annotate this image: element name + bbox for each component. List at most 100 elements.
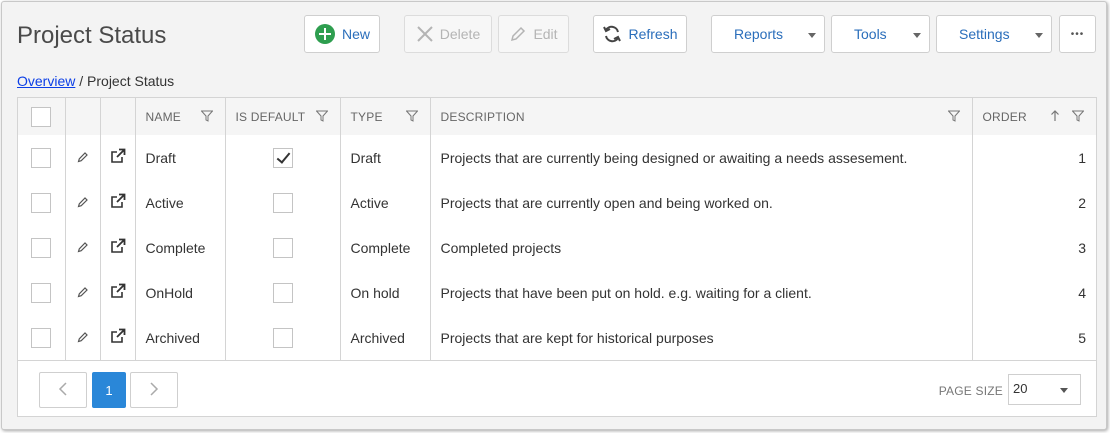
description-cell: Projects that are currently open and bei… — [430, 180, 973, 225]
caret-down-icon — [1035, 33, 1043, 38]
table-row[interactable]: Active Active Projects that are currently … — [18, 180, 1096, 225]
type-cell: Complete — [340, 225, 431, 270]
order-cell: 4 — [1078, 284, 1086, 301]
pencil-icon[interactable] — [77, 150, 89, 166]
order-cell: 3 — [1078, 239, 1086, 256]
filter-icon[interactable] — [199, 110, 214, 125]
row-edit-cell — [65, 135, 101, 180]
description-cell: Projects that have been put on hold. e.g… — [430, 270, 973, 315]
header-row: NAME IS DEFAULT TYPE DESCRIPTION ORDER — [18, 98, 1096, 135]
row-open-cell — [100, 135, 136, 180]
more-options-button[interactable]: ••• — [1059, 15, 1096, 53]
reports-dropdown[interactable]: Reports — [711, 15, 825, 53]
row-checkbox[interactable] — [31, 282, 52, 303]
order-cell: 5 — [1078, 329, 1086, 346]
tools-dropdown[interactable]: Tools — [831, 15, 930, 53]
type-cell: On hold — [340, 270, 431, 315]
reports-dropdown-label: Reports — [734, 26, 784, 42]
external-link-icon[interactable] — [110, 283, 126, 302]
filter-icon[interactable] — [404, 110, 419, 125]
edit-button-label: Edit — [533, 26, 558, 42]
page-button-current[interactable]: 1 — [92, 372, 126, 408]
table-row[interactable]: Complete Complete Completed projects 3 — [18, 225, 1096, 270]
plus-circle-icon — [314, 23, 336, 45]
row-checkbox[interactable] — [31, 147, 52, 168]
filter-icon[interactable] — [314, 110, 329, 125]
is-default-cell — [225, 225, 341, 270]
ellipsis-icon: ••• — [1070, 28, 1085, 40]
breadcrumb: Overview / Project Status — [17, 73, 174, 89]
select-all-checkbox[interactable] — [31, 106, 52, 127]
is-default-checkbox[interactable] — [272, 282, 293, 303]
external-link-icon[interactable] — [110, 328, 126, 347]
row-checkbox[interactable] — [31, 192, 52, 213]
chevron-right-icon — [149, 381, 159, 399]
page-size-value: 20 — [1013, 381, 1028, 396]
column-header-type[interactable]: TYPE — [340, 98, 431, 135]
breadcrumb-separator: / — [75, 73, 88, 89]
table-row[interactable]: Archived Archived Projects that are kept f… — [18, 315, 1096, 360]
sort-ascending-icon[interactable] — [1050, 110, 1060, 125]
breadcrumb-link-overview[interactable]: Overview — [17, 73, 75, 89]
name-cell: Active — [135, 180, 226, 225]
table-row[interactable]: Draft Draft Projects that are currently be… — [18, 135, 1096, 180]
external-link-icon[interactable] — [110, 193, 126, 212]
description-cell: Projects that are currently being design… — [430, 135, 973, 180]
new-button[interactable]: New — [304, 15, 380, 53]
is-default-checkbox[interactable] — [272, 237, 293, 258]
pencil-icon[interactable] — [77, 240, 89, 256]
is-default-cell — [225, 270, 341, 315]
row-edit-cell — [65, 225, 101, 270]
next-page-button[interactable] — [130, 372, 178, 408]
settings-dropdown-label: Settings — [959, 26, 1010, 42]
pencil-icon[interactable] — [77, 330, 89, 346]
row-checkbox[interactable] — [31, 237, 52, 258]
name-cell: OnHold — [135, 270, 226, 315]
previous-page-button[interactable] — [39, 372, 87, 408]
page-size-label: PAGE SIZE — [938, 384, 1003, 398]
row-checkbox[interactable] — [31, 327, 52, 348]
caret-down-icon — [913, 33, 921, 38]
is-default-checkbox[interactable] — [272, 192, 293, 213]
row-select-cell — [18, 225, 66, 270]
caret-down-icon — [1060, 388, 1068, 393]
column-header-name[interactable]: NAME — [135, 98, 226, 135]
external-link-icon[interactable] — [110, 238, 126, 257]
order-cell: 2 — [1078, 194, 1086, 211]
page-size-select[interactable]: 20 — [1008, 374, 1081, 405]
name-cell: Archived — [135, 315, 226, 360]
settings-dropdown[interactable]: Settings — [936, 15, 1052, 53]
column-header-order[interactable]: ORDER — [972, 98, 1096, 135]
external-link-icon[interactable] — [110, 148, 126, 167]
row-open-cell — [100, 225, 136, 270]
is-default-checkbox[interactable] — [272, 147, 293, 168]
description-cell: Projects that are kept for historical pu… — [430, 315, 973, 360]
refresh-button[interactable]: Refresh — [593, 15, 687, 53]
filter-icon[interactable] — [1071, 110, 1085, 125]
is-default-checkbox[interactable] — [272, 327, 293, 348]
row-edit-cell — [65, 180, 101, 225]
delete-button[interactable]: Delete — [404, 15, 492, 53]
column-header-is-default[interactable]: IS DEFAULT — [225, 98, 341, 135]
edit-column-header — [65, 98, 101, 135]
delete-button-label: Delete — [439, 26, 481, 42]
type-cell: Draft — [340, 135, 431, 180]
column-header-description[interactable]: DESCRIPTION — [430, 98, 973, 135]
row-edit-cell — [65, 270, 101, 315]
name-cell: Draft — [135, 135, 226, 180]
order-cell: 1 — [1078, 149, 1086, 166]
refresh-button-label: Refresh — [628, 26, 678, 42]
pencil-icon[interactable] — [77, 285, 89, 301]
pencil-icon — [509, 25, 527, 43]
x-icon — [416, 25, 434, 43]
filter-icon[interactable] — [946, 110, 961, 125]
description-cell: Completed projects — [430, 225, 973, 270]
edit-button[interactable]: Edit — [498, 15, 569, 53]
tools-dropdown-label: Tools — [854, 26, 887, 42]
is-default-cell — [225, 180, 341, 225]
table-row[interactable]: OnHold On hold Projects that have been put… — [18, 270, 1096, 315]
row-select-cell — [18, 135, 66, 180]
refresh-icon — [602, 24, 622, 44]
status-grid: NAME IS DEFAULT TYPE DESCRIPTION ORDER D… — [17, 97, 1097, 417]
pencil-icon[interactable] — [77, 195, 89, 211]
